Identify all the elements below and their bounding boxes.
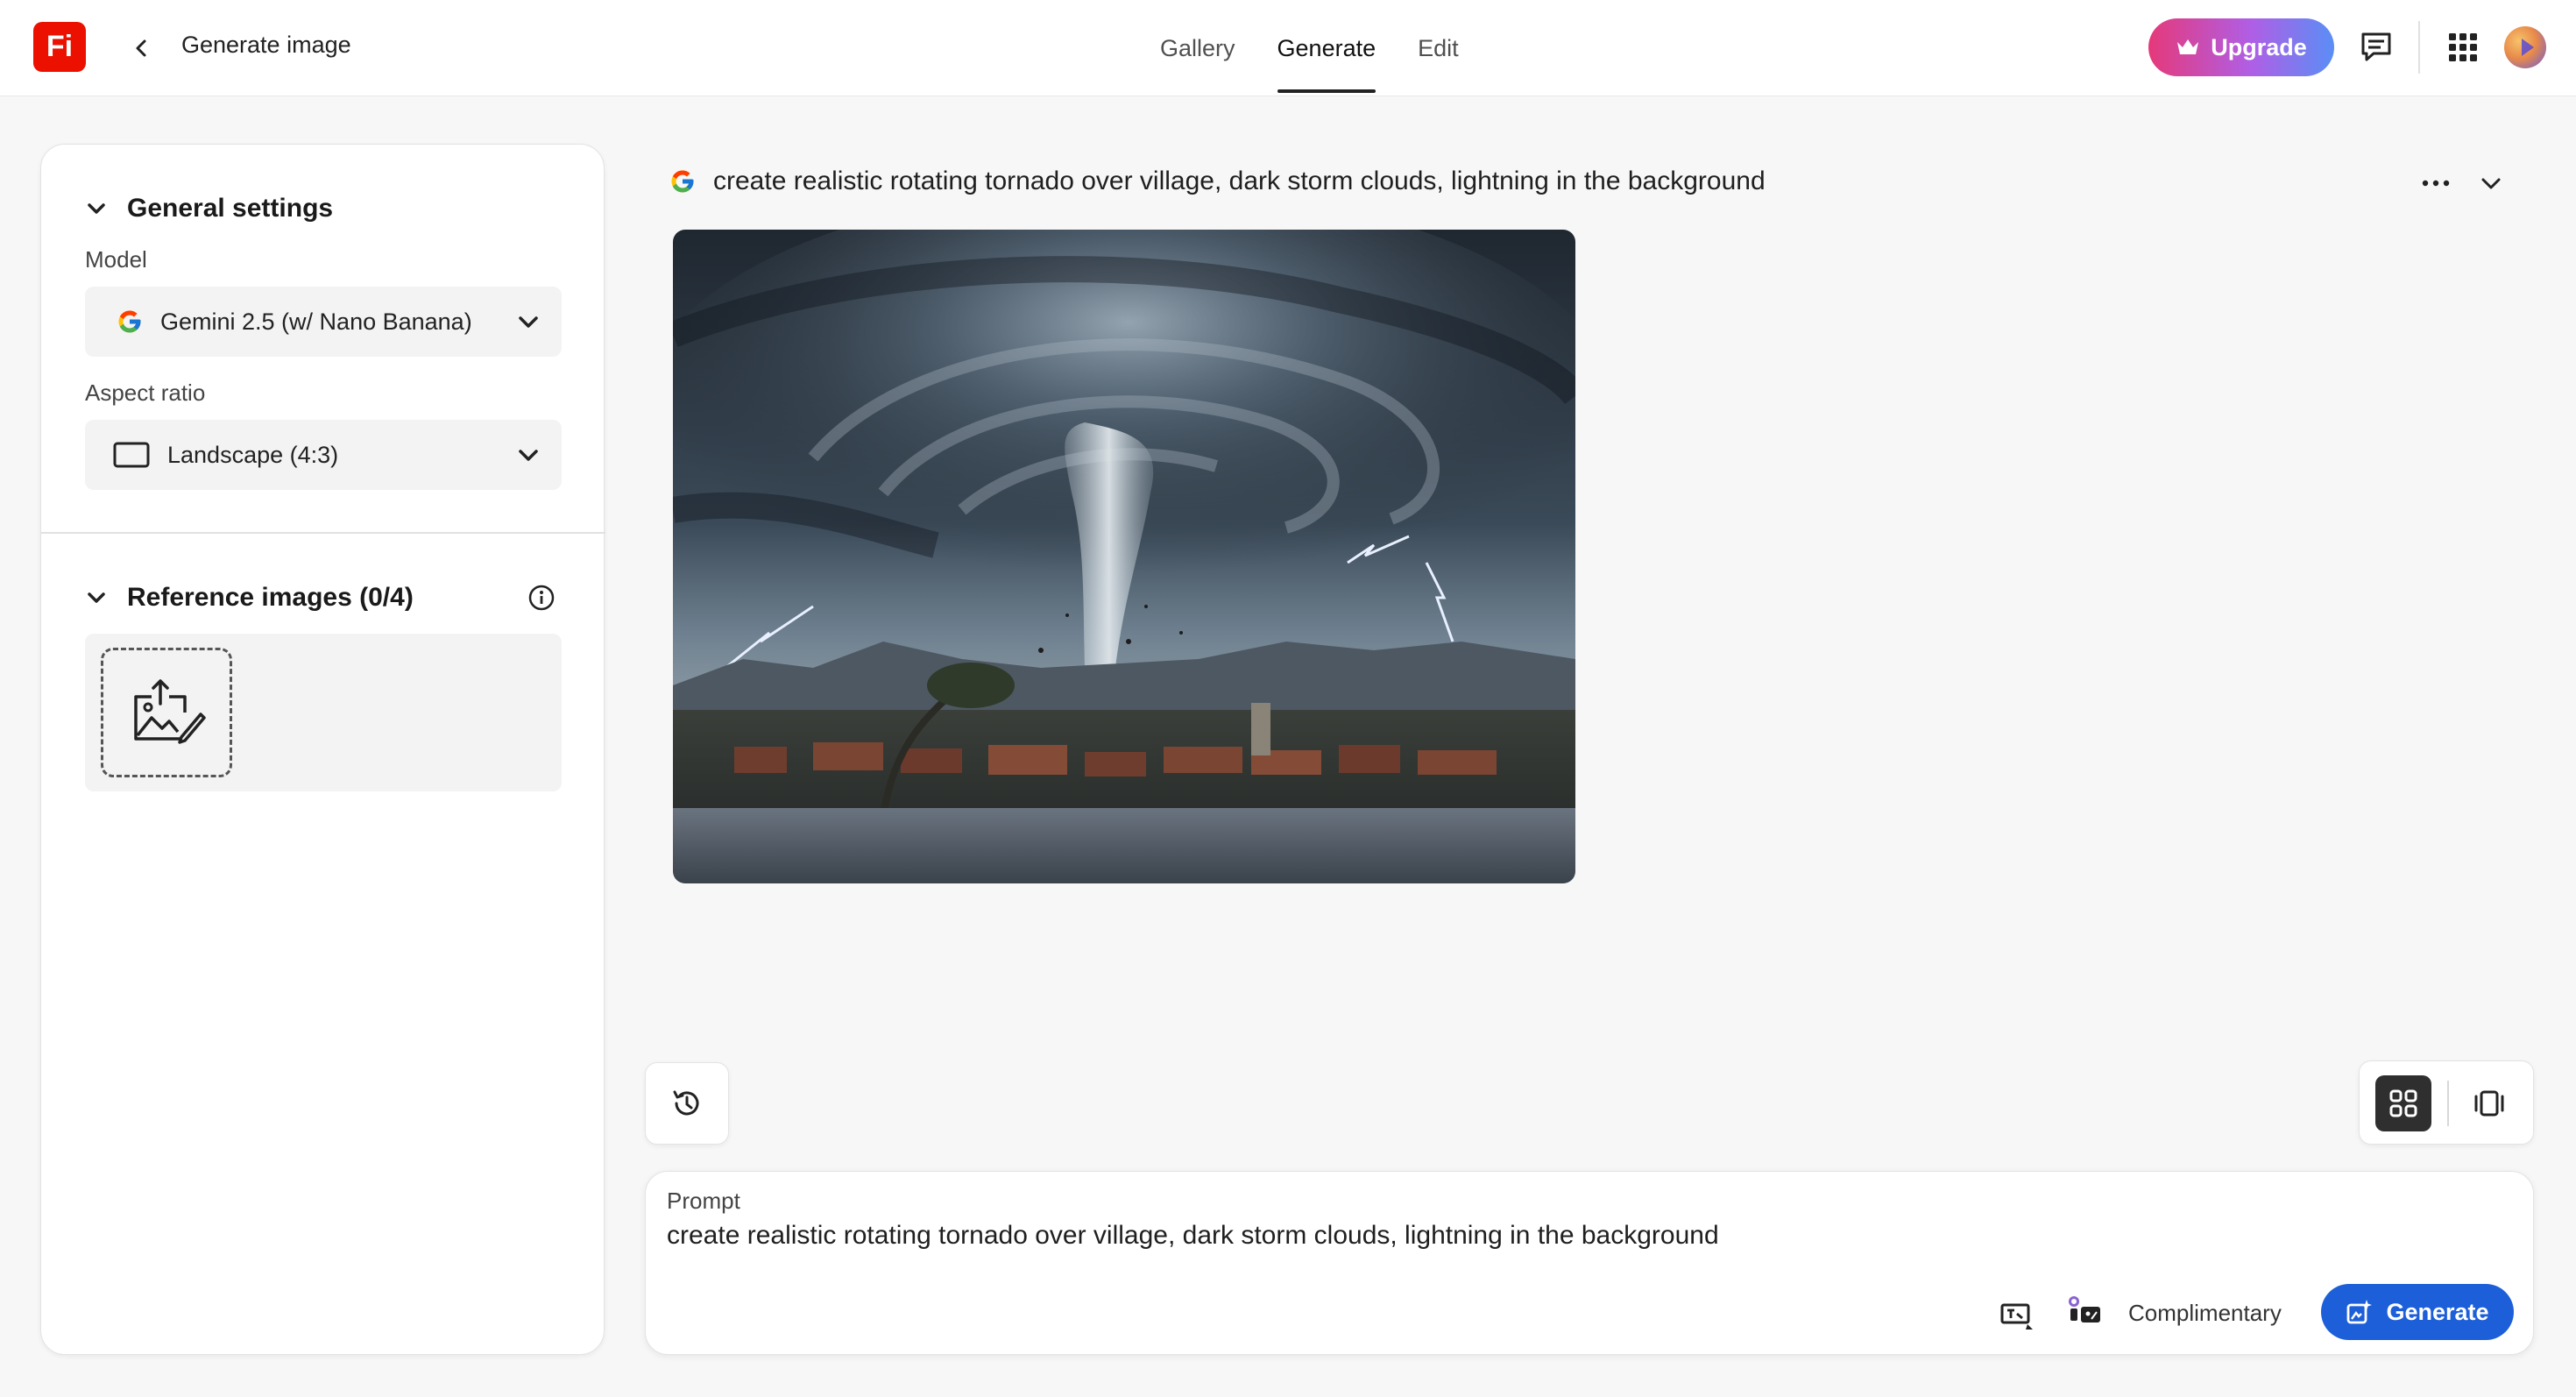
single-view-icon — [2474, 1090, 2504, 1117]
history-button[interactable] — [645, 1062, 729, 1145]
upgrade-label: Upgrade — [2211, 33, 2307, 60]
credits-label: Complimentary — [2128, 1300, 2282, 1326]
result-prompt-header: create realistic rotating tornado over v… — [669, 167, 1766, 196]
aspect-ratio-label: Aspect ratio — [85, 379, 206, 406]
reference-images-header[interactable]: Reference images (0/4) — [85, 583, 414, 613]
prompt-input[interactable]: create realistic rotating tornado over v… — [667, 1221, 1719, 1251]
grid-view-icon — [2389, 1089, 2417, 1117]
google-icon — [118, 310, 141, 333]
tab-gallery[interactable]: Gallery — [1139, 0, 1256, 96]
chevron-down-icon[interactable] — [2476, 168, 2506, 198]
history-icon — [673, 1090, 699, 1116]
landscape-icon — [113, 442, 150, 468]
info-icon[interactable] — [527, 583, 556, 613]
header-divider — [2418, 21, 2420, 74]
generate-sparkle-icon — [2347, 1300, 2373, 1324]
panel-divider — [41, 532, 605, 534]
chevron-down-icon — [519, 316, 538, 328]
app-logo[interactable]: Fi — [33, 22, 86, 72]
model-value: Gemini 2.5 (w/ Nano Banana) — [160, 308, 472, 335]
result-prompt-text: create realistic rotating tornado over v… — [713, 167, 1766, 195]
tab-edit[interactable]: Edit — [1397, 0, 1480, 96]
crown-icon — [2177, 39, 2199, 54]
avatar[interactable] — [2504, 26, 2546, 68]
chevron-down-icon — [519, 450, 538, 461]
aspect-ratio-select[interactable]: Landscape (4:3) — [85, 420, 562, 490]
general-settings-header[interactable]: General settings — [85, 194, 333, 223]
generated-image[interactable] — [673, 230, 1575, 883]
apps-button[interactable] — [2439, 24, 2487, 71]
reference-images-title: Reference images (0/4) — [127, 583, 414, 612]
upload-reference-button[interactable] — [101, 648, 232, 777]
back-button[interactable] — [124, 31, 159, 66]
style-effects-button[interactable] — [2063, 1291, 2105, 1333]
style-effects-icon — [2069, 1296, 2100, 1323]
aspect-ratio-value: Landscape (4:3) — [167, 441, 339, 468]
prompt-label: Prompt — [667, 1188, 740, 1214]
main-tabs: Gallery Generate Edit — [1139, 0, 1480, 96]
text-image-icon — [2000, 1303, 2033, 1330]
more-options-icon[interactable] — [2418, 170, 2453, 196]
top-bar: Fi Generate image Gallery Generate Edit … — [0, 0, 2576, 96]
reference-images-area — [85, 634, 562, 791]
comment-icon — [2361, 32, 2391, 61]
toggle-divider — [2447, 1081, 2449, 1126]
upgrade-button[interactable]: Upgrade — [2148, 18, 2334, 76]
apps-grid-icon — [2449, 33, 2477, 61]
grid-view-button[interactable] — [2375, 1075, 2431, 1131]
feedback-button[interactable] — [2353, 24, 2400, 71]
model-label: Model — [85, 246, 147, 273]
settings-panel: General settings Model Gemini 2.5 (w/ Na… — [40, 144, 605, 1355]
tab-generate[interactable]: Generate — [1256, 0, 1398, 96]
generate-button[interactable]: Generate — [2321, 1284, 2514, 1340]
google-icon — [671, 170, 694, 193]
generate-label: Generate — [2386, 1298, 2489, 1325]
general-settings-title: General settings — [127, 194, 334, 223]
page-title: Generate image — [181, 32, 351, 58]
single-view-button[interactable] — [2461, 1075, 2517, 1131]
avatar-image-icon — [2522, 39, 2534, 56]
tornado-image-graphic — [673, 230, 1575, 883]
text-to-image-tool-button[interactable] — [1997, 1294, 2039, 1337]
prompt-box[interactable]: Prompt create realistic rotating tornado… — [645, 1171, 2534, 1355]
model-select[interactable]: Gemini 2.5 (w/ Nano Banana) — [85, 287, 562, 357]
chevron-down-icon — [88, 203, 105, 214]
chevron-left-icon — [136, 39, 146, 57]
upload-image-icon — [134, 679, 206, 744]
chevron-down-icon — [88, 592, 105, 603]
view-toggle — [2359, 1060, 2534, 1145]
